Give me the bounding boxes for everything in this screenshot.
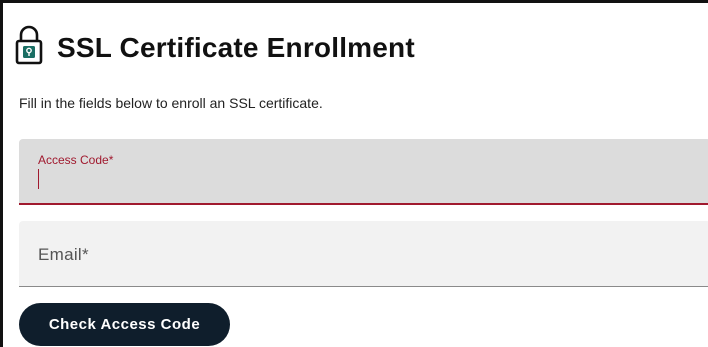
page-header: SSL Certificate Enrollment (15, 25, 415, 65)
page-title: SSL Certificate Enrollment (57, 32, 415, 63)
email-field[interactable]: Email* (19, 221, 708, 287)
page-subtitle: Fill in the fields below to enroll an SS… (19, 95, 323, 111)
access-code-field[interactable]: Access Code* (19, 139, 708, 205)
check-access-code-button[interactable]: Check Access Code (19, 303, 230, 346)
email-input[interactable] (19, 221, 708, 286)
page-frame: SSL Certificate Enrollment Fill in the f… (0, 0, 708, 347)
lock-icon (15, 25, 43, 65)
access-code-input[interactable] (19, 139, 708, 203)
